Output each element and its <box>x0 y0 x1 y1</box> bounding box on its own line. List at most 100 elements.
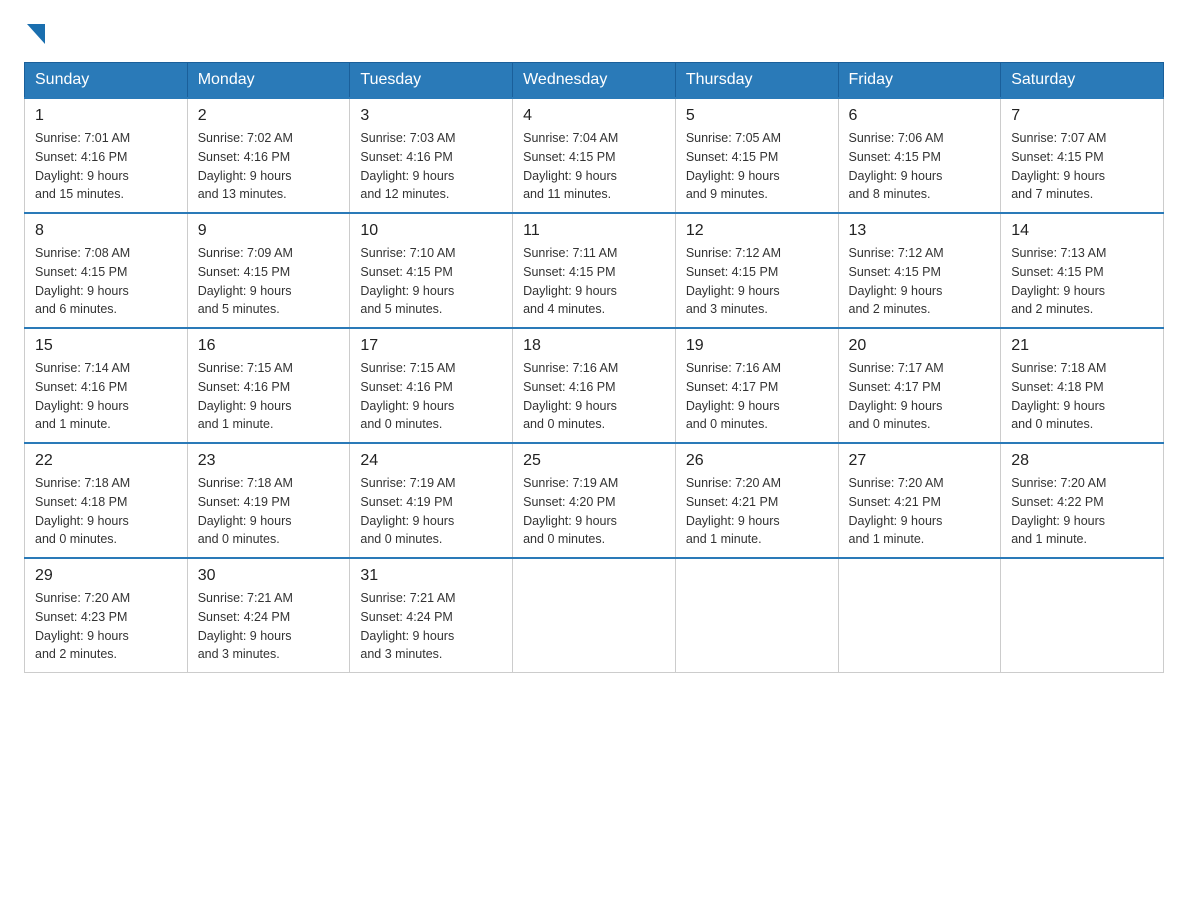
day-header-tuesday: Tuesday <box>350 63 513 99</box>
calendar-cell <box>675 558 838 673</box>
day-number: 30 <box>198 567 340 585</box>
calendar-cell: 13 Sunrise: 7:12 AMSunset: 4:15 PMDaylig… <box>838 213 1001 328</box>
day-header-friday: Friday <box>838 63 1001 99</box>
day-number: 19 <box>686 337 828 355</box>
calendar-cell: 3 Sunrise: 7:03 AMSunset: 4:16 PMDayligh… <box>350 98 513 213</box>
day-info: Sunrise: 7:02 AMSunset: 4:16 PMDaylight:… <box>198 129 340 204</box>
day-number: 5 <box>686 107 828 125</box>
day-number: 29 <box>35 567 177 585</box>
day-info: Sunrise: 7:05 AMSunset: 4:15 PMDaylight:… <box>686 129 828 204</box>
calendar-cell: 14 Sunrise: 7:13 AMSunset: 4:15 PMDaylig… <box>1001 213 1164 328</box>
calendar-cell: 4 Sunrise: 7:04 AMSunset: 4:15 PMDayligh… <box>513 98 676 213</box>
day-info: Sunrise: 7:16 AMSunset: 4:16 PMDaylight:… <box>523 359 665 434</box>
day-number: 26 <box>686 452 828 470</box>
day-header-monday: Monday <box>187 63 350 99</box>
day-info: Sunrise: 7:21 AMSunset: 4:24 PMDaylight:… <box>360 589 502 664</box>
calendar-cell: 31 Sunrise: 7:21 AMSunset: 4:24 PMDaylig… <box>350 558 513 673</box>
calendar-cell: 26 Sunrise: 7:20 AMSunset: 4:21 PMDaylig… <box>675 443 838 558</box>
calendar-cell: 27 Sunrise: 7:20 AMSunset: 4:21 PMDaylig… <box>838 443 1001 558</box>
day-info: Sunrise: 7:19 AMSunset: 4:20 PMDaylight:… <box>523 474 665 549</box>
calendar-cell: 9 Sunrise: 7:09 AMSunset: 4:15 PMDayligh… <box>187 213 350 328</box>
calendar-cell: 2 Sunrise: 7:02 AMSunset: 4:16 PMDayligh… <box>187 98 350 213</box>
day-info: Sunrise: 7:20 AMSunset: 4:22 PMDaylight:… <box>1011 474 1153 549</box>
day-info: Sunrise: 7:08 AMSunset: 4:15 PMDaylight:… <box>35 244 177 319</box>
day-number: 6 <box>849 107 991 125</box>
calendar-cell: 17 Sunrise: 7:15 AMSunset: 4:16 PMDaylig… <box>350 328 513 443</box>
day-info: Sunrise: 7:11 AMSunset: 4:15 PMDaylight:… <box>523 244 665 319</box>
day-number: 3 <box>360 107 502 125</box>
day-info: Sunrise: 7:15 AMSunset: 4:16 PMDaylight:… <box>360 359 502 434</box>
day-number: 1 <box>35 107 177 125</box>
day-header-thursday: Thursday <box>675 63 838 99</box>
calendar-cell: 12 Sunrise: 7:12 AMSunset: 4:15 PMDaylig… <box>675 213 838 328</box>
day-header-saturday: Saturday <box>1001 63 1164 99</box>
calendar-cell: 11 Sunrise: 7:11 AMSunset: 4:15 PMDaylig… <box>513 213 676 328</box>
calendar-cell: 6 Sunrise: 7:06 AMSunset: 4:15 PMDayligh… <box>838 98 1001 213</box>
day-number: 7 <box>1011 107 1153 125</box>
day-number: 8 <box>35 222 177 240</box>
day-number: 25 <box>523 452 665 470</box>
calendar-cell: 5 Sunrise: 7:05 AMSunset: 4:15 PMDayligh… <box>675 98 838 213</box>
calendar-header-row: SundayMondayTuesdayWednesdayThursdayFrid… <box>25 63 1164 99</box>
calendar-week-row: 1 Sunrise: 7:01 AMSunset: 4:16 PMDayligh… <box>25 98 1164 213</box>
calendar-cell: 1 Sunrise: 7:01 AMSunset: 4:16 PMDayligh… <box>25 98 188 213</box>
day-number: 17 <box>360 337 502 355</box>
day-info: Sunrise: 7:03 AMSunset: 4:16 PMDaylight:… <box>360 129 502 204</box>
day-info: Sunrise: 7:18 AMSunset: 4:18 PMDaylight:… <box>35 474 177 549</box>
day-number: 23 <box>198 452 340 470</box>
day-info: Sunrise: 7:10 AMSunset: 4:15 PMDaylight:… <box>360 244 502 319</box>
day-number: 21 <box>1011 337 1153 355</box>
day-number: 10 <box>360 222 502 240</box>
calendar-cell: 18 Sunrise: 7:16 AMSunset: 4:16 PMDaylig… <box>513 328 676 443</box>
day-info: Sunrise: 7:12 AMSunset: 4:15 PMDaylight:… <box>686 244 828 319</box>
calendar-cell: 16 Sunrise: 7:15 AMSunset: 4:16 PMDaylig… <box>187 328 350 443</box>
calendar-cell: 23 Sunrise: 7:18 AMSunset: 4:19 PMDaylig… <box>187 443 350 558</box>
page-header <box>24 24 1164 42</box>
calendar-cell: 25 Sunrise: 7:19 AMSunset: 4:20 PMDaylig… <box>513 443 676 558</box>
calendar-cell: 24 Sunrise: 7:19 AMSunset: 4:19 PMDaylig… <box>350 443 513 558</box>
calendar-cell: 10 Sunrise: 7:10 AMSunset: 4:15 PMDaylig… <box>350 213 513 328</box>
day-info: Sunrise: 7:06 AMSunset: 4:15 PMDaylight:… <box>849 129 991 204</box>
calendar-cell <box>513 558 676 673</box>
day-info: Sunrise: 7:09 AMSunset: 4:15 PMDaylight:… <box>198 244 340 319</box>
day-number: 20 <box>849 337 991 355</box>
day-number: 14 <box>1011 222 1153 240</box>
calendar-cell <box>1001 558 1164 673</box>
day-info: Sunrise: 7:15 AMSunset: 4:16 PMDaylight:… <box>198 359 340 434</box>
day-number: 4 <box>523 107 665 125</box>
day-info: Sunrise: 7:17 AMSunset: 4:17 PMDaylight:… <box>849 359 991 434</box>
calendar-cell <box>838 558 1001 673</box>
day-info: Sunrise: 7:04 AMSunset: 4:15 PMDaylight:… <box>523 129 665 204</box>
calendar-week-row: 8 Sunrise: 7:08 AMSunset: 4:15 PMDayligh… <box>25 213 1164 328</box>
logo-wordmark <box>24 24 45 46</box>
day-info: Sunrise: 7:14 AMSunset: 4:16 PMDaylight:… <box>35 359 177 434</box>
calendar-week-row: 29 Sunrise: 7:20 AMSunset: 4:23 PMDaylig… <box>25 558 1164 673</box>
day-info: Sunrise: 7:20 AMSunset: 4:23 PMDaylight:… <box>35 589 177 664</box>
day-number: 13 <box>849 222 991 240</box>
day-number: 24 <box>360 452 502 470</box>
day-info: Sunrise: 7:18 AMSunset: 4:18 PMDaylight:… <box>1011 359 1153 434</box>
day-number: 16 <box>198 337 340 355</box>
calendar-cell: 8 Sunrise: 7:08 AMSunset: 4:15 PMDayligh… <box>25 213 188 328</box>
day-number: 12 <box>686 222 828 240</box>
day-number: 15 <box>35 337 177 355</box>
day-number: 9 <box>198 222 340 240</box>
logo-icon <box>26 24 45 46</box>
calendar-cell: 15 Sunrise: 7:14 AMSunset: 4:16 PMDaylig… <box>25 328 188 443</box>
day-number: 22 <box>35 452 177 470</box>
calendar-cell: 20 Sunrise: 7:17 AMSunset: 4:17 PMDaylig… <box>838 328 1001 443</box>
day-header-sunday: Sunday <box>25 63 188 99</box>
day-info: Sunrise: 7:01 AMSunset: 4:16 PMDaylight:… <box>35 129 177 204</box>
day-info: Sunrise: 7:07 AMSunset: 4:15 PMDaylight:… <box>1011 129 1153 204</box>
day-number: 11 <box>523 222 665 240</box>
day-info: Sunrise: 7:19 AMSunset: 4:19 PMDaylight:… <box>360 474 502 549</box>
calendar-cell: 30 Sunrise: 7:21 AMSunset: 4:24 PMDaylig… <box>187 558 350 673</box>
day-header-wednesday: Wednesday <box>513 63 676 99</box>
calendar-week-row: 22 Sunrise: 7:18 AMSunset: 4:18 PMDaylig… <box>25 443 1164 558</box>
calendar-cell: 19 Sunrise: 7:16 AMSunset: 4:17 PMDaylig… <box>675 328 838 443</box>
day-number: 27 <box>849 452 991 470</box>
day-info: Sunrise: 7:12 AMSunset: 4:15 PMDaylight:… <box>849 244 991 319</box>
day-number: 31 <box>360 567 502 585</box>
day-info: Sunrise: 7:13 AMSunset: 4:15 PMDaylight:… <box>1011 244 1153 319</box>
calendar-cell: 7 Sunrise: 7:07 AMSunset: 4:15 PMDayligh… <box>1001 98 1164 213</box>
